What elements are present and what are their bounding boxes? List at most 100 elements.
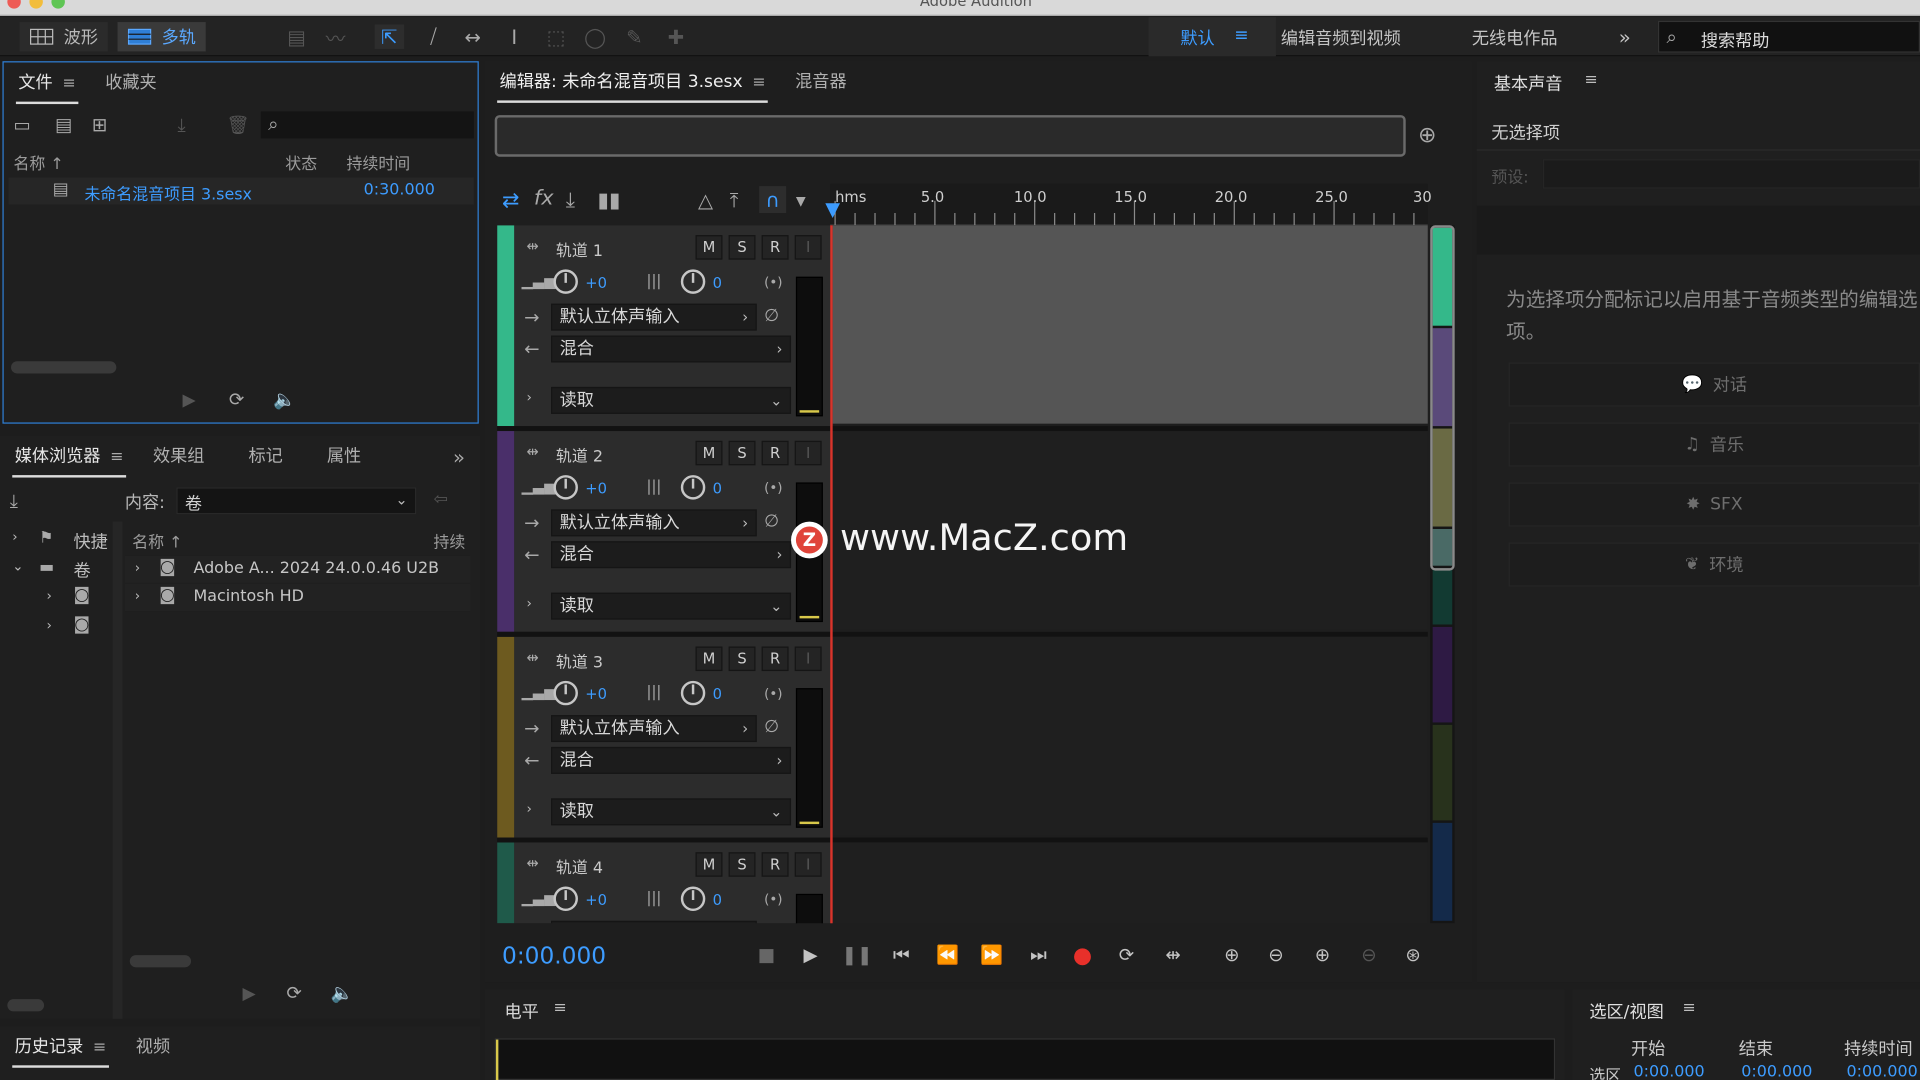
list-item[interactable]: › ◙ Macintosh HD [124,584,471,612]
selection-end-value[interactable]: 0:00.000 [1741,1063,1812,1080]
zoom-in-amplitude-icon[interactable]: ⊕ [1217,943,1246,967]
solo-button[interactable]: S [728,440,756,466]
marquee-tool-icon[interactable]: ⬚ [541,24,570,48]
pan-knob[interactable] [680,680,706,706]
insert-into-multitrack-icon[interactable]: ⤓ [178,114,186,136]
fast-forward-icon[interactable]: ⏩ [977,943,1006,967]
track-drag-icon[interactable]: ⇹ [527,238,539,255]
input-select[interactable]: 默认立体声输入› [551,715,757,743]
delete-file-icon[interactable]: 🗑 [227,114,250,136]
scroll-thumb[interactable] [1430,225,1455,571]
preset-dropdown[interactable] [1542,159,1920,189]
track-1-lane[interactable] [832,225,1428,424]
pause-icon[interactable]: ❚❚ [842,943,873,967]
sends-toggle-icon[interactable]: ⇄ [502,189,519,213]
metronome-icon[interactable]: △ [698,189,713,212]
expand-shortcuts-icon[interactable]: › [12,529,17,545]
snap-clip-icon[interactable]: ⤒ [730,189,739,213]
track-drag-icon[interactable]: ⇹ [527,855,539,872]
import-file-icon[interactable]: ▤ [55,114,72,136]
output-select[interactable]: 混合 › [551,541,792,569]
content-dropdown[interactable]: 卷 ⌄ [176,487,417,515]
record-arm-button[interactable]: R [761,440,789,466]
brush-tool-icon[interactable]: ✎ [620,24,649,48]
tab-editor[interactable]: 编辑器: 未命名混音项目 3.sesx ≡ [485,69,781,103]
column-duration[interactable]: 持续时间 [347,151,411,174]
new-file-icon[interactable]: ⊞ [92,114,107,136]
record-arm-button[interactable]: R [761,646,789,672]
expand-automation-icon[interactable]: › [527,389,532,405]
media-horizontal-scrollbar[interactable] [129,955,192,968]
dialogue-button[interactable]: 💬 对话 [1508,362,1920,407]
track-name[interactable]: 轨道 3 [556,649,603,672]
expand-disk-1-icon[interactable]: › [47,588,52,604]
track-drag-icon[interactable]: ⇹ [527,649,539,666]
tab-files[interactable]: 文件 ≡ [4,70,91,105]
help-search-input[interactable]: 搜索帮助 [1701,28,1770,52]
pan-value[interactable]: 0 [713,480,722,497]
essential-sound-menu-icon[interactable]: ≡ [1584,71,1597,89]
monitor-input-button[interactable]: I [794,440,822,466]
spectral-pitch-icon[interactable]: 〰 [321,24,350,50]
media-panel-menu-icon[interactable]: ≡ [110,448,123,466]
record-icon[interactable]: ● [1068,942,1097,968]
zoom-out-amplitude-icon[interactable]: ⊖ [1261,943,1290,967]
media-volume-icon[interactable]: 🔈 [331,982,354,1004]
spectral-frequency-icon[interactable]: ▤ [282,24,311,48]
effects-rack-icon[interactable]: fx [534,186,554,210]
waveform-mode-button[interactable]: 波形 [19,22,108,52]
move-tool-icon[interactable]: ⇱ [374,24,405,49]
zoom-in-time-icon[interactable]: ⊕ [1308,943,1337,967]
time-selection-tool-icon[interactable]: Ⅰ [500,24,529,48]
monitor-input-button[interactable]: I [794,852,822,877]
automation-mode-select[interactable]: 读取 ⌄ [551,386,792,414]
media-overflow-icon[interactable]: » [453,446,465,469]
track-vertical-scrollbar[interactable] [1430,225,1455,924]
automation-mode-select[interactable]: 读取 ⌄ [551,798,792,826]
tab-effects-group[interactable]: 效果组 [138,443,219,477]
pan-value[interactable]: 0 [713,891,722,908]
volume-value[interactable]: +0 [585,891,607,908]
column-name[interactable]: 名称 ↑ [13,151,63,174]
expand-automation-icon[interactable]: › [527,801,532,817]
back-arrow-icon[interactable]: ⇦ [433,490,447,510]
slip-tool-icon[interactable]: ↔ [458,24,487,48]
track-drag-icon[interactable]: ⇹ [527,443,539,460]
media-loop-icon[interactable]: ⟳ [287,982,302,1004]
track-3-lane[interactable] [832,636,1428,836]
mute-button[interactable]: M [695,235,723,260]
zoom-out-full-icon[interactable]: ⊛ [1398,943,1427,967]
stop-icon[interactable]: ■ [752,943,781,967]
monitor-input-button[interactable]: I [794,235,822,260]
time-ruler[interactable]: hms 5.0 10.0 15.0 20.0 25.0 30 [830,183,1435,226]
pan-knob[interactable] [680,269,706,294]
tab-properties[interactable]: 属性 [312,443,376,477]
pan-value[interactable]: 0 [713,274,722,291]
zoom-to-fit-icon[interactable]: ⊕ [1418,122,1436,148]
pan-value[interactable]: 0 [713,686,722,703]
zoom-out-time-icon[interactable]: ⊖ [1354,943,1383,967]
input-select[interactable]: 默认立体声输入› [551,303,757,331]
tree-shortcuts[interactable]: 快捷 [73,529,107,553]
volume-value[interactable]: +0 [585,274,607,291]
skip-selection-icon[interactable]: ⇹ [1158,943,1187,967]
volume-value[interactable]: +0 [585,686,607,703]
monitor-input-button[interactable]: I [794,646,822,672]
tree-splitter[interactable] [112,521,123,1019]
history-panel-menu-icon[interactable]: ≡ [93,1038,106,1056]
music-button[interactable]: ♫ 音乐 [1508,422,1920,467]
media-column-name[interactable]: 名称 ↑ [132,529,182,552]
workspace-radio-production[interactable]: 无线电作品 [1472,26,1558,50]
preview-volume-icon[interactable]: 🔈 [273,388,296,410]
current-time-display[interactable]: 0:00.000 [502,943,606,970]
inputs-outputs-icon[interactable]: ▮▮ [598,189,621,213]
playhead-handle[interactable] [825,203,841,218]
expand-item-icon[interactable]: › [135,560,140,576]
mute-button[interactable]: M [695,440,723,466]
automation-mode-select[interactable]: 读取 ⌄ [551,592,792,620]
volume-knob[interactable] [553,269,578,294]
tab-media-browser[interactable]: 媒体浏览器 ≡ [0,443,138,478]
collapse-volumes-icon[interactable]: ⌄ [12,558,23,574]
solo-button[interactable]: S [728,646,756,672]
solo-button[interactable]: S [728,852,756,877]
